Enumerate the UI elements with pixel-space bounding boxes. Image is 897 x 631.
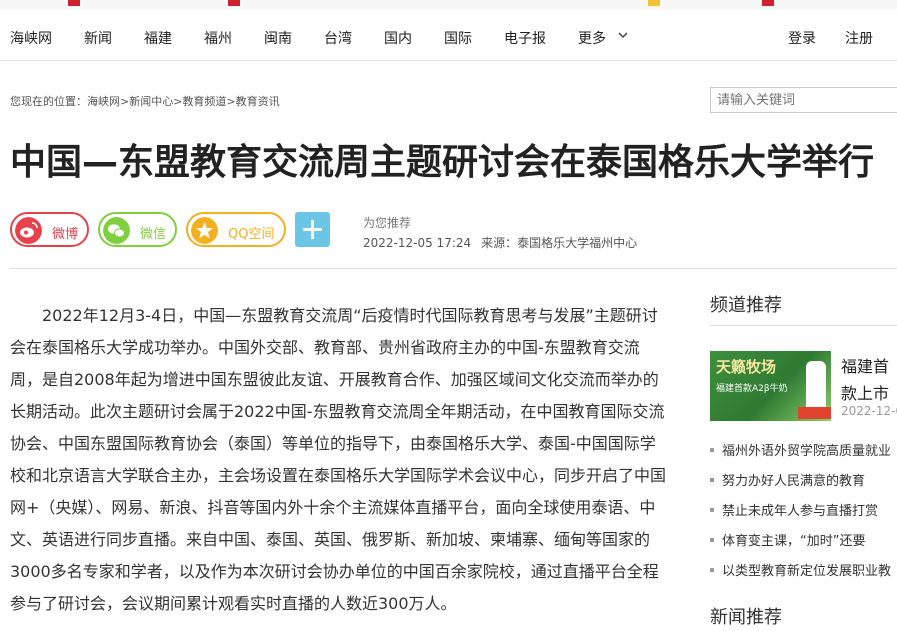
breadcrumb-separator: >: [120, 95, 130, 108]
list-item[interactable]: 体育变主课，“加时”还要: [710, 532, 897, 562]
nav-item-domestic[interactable]: 国内: [384, 28, 412, 48]
share-wechat-label: 微信: [140, 227, 167, 242]
breadcrumb-separator: >: [226, 95, 236, 108]
nav-item-fujian[interactable]: 福建: [144, 28, 172, 48]
article-body: 2022年12月3-4日，中国—东盟教育交流周“后疫情时代国际教育思考与发展”主…: [10, 306, 667, 613]
search-input[interactable]: [710, 87, 897, 113]
share-weibo-label: 微博: [52, 227, 79, 242]
article-meta: 2022-12-05 17:24 来源：泰国格乐大学福州中心: [363, 234, 637, 251]
breadcrumb-link-haixia[interactable]: 海峡网: [87, 95, 120, 108]
register-link[interactable]: 注册: [845, 28, 873, 48]
red-icon: [762, 0, 774, 6]
main-nav: 海峡网 新闻 福建 福州 闽南 台湾 国内 国际 电子报 更多 登录 注册: [0, 12, 897, 61]
red-icon: [228, 0, 240, 6]
list-item[interactable]: 福州外语外贸学院高质量就业: [710, 442, 897, 472]
channel-recommend-heading: 频道推荐: [710, 295, 782, 316]
milk-bottle-graphic: [806, 361, 826, 413]
list-item-title[interactable]: 体育变主课，“加时”还要: [722, 534, 865, 549]
breadcrumb-link-education-news[interactable]: 教育资讯: [236, 95, 280, 108]
wechat-icon: [103, 217, 130, 244]
list-item[interactable]: 以类型教育新定位发展职业教: [710, 562, 897, 592]
nav-item-epaper[interactable]: 电子报: [504, 28, 546, 48]
nav-item-fuzhou[interactable]: 福州: [204, 28, 232, 48]
recommend-label[interactable]: 为您推荐: [363, 214, 411, 231]
article-title: 中国—东盟教育交流周主题研讨会在泰国格乐大学举行: [10, 142, 875, 183]
list-item-title[interactable]: 以类型教育新定位发展职业教: [722, 564, 891, 579]
bullet-icon: [710, 568, 714, 572]
share-qzone-button[interactable]: QQ空间: [186, 212, 286, 247]
breadcrumb-link-news-center[interactable]: 新闻中心: [129, 95, 173, 108]
breadcrumb-link-education[interactable]: 教育频道: [182, 95, 226, 108]
red-icon: [68, 0, 80, 6]
nav-item-more[interactable]: 更多: [578, 28, 606, 48]
top-link-strip: [0, 0, 897, 10]
list-item[interactable]: 禁止未成年人参与直播打赏: [710, 502, 897, 532]
nav-item-news[interactable]: 新闻: [84, 28, 112, 48]
channel-news-list: 福州外语外贸学院高质量就业 努力办好人民满意的教育 禁止未成年人参与直播打赏 体…: [710, 442, 897, 592]
share-more-plus-button[interactable]: [295, 212, 330, 247]
featured-news-date: 2022-12-0: [841, 404, 897, 418]
list-item-title[interactable]: 禁止未成年人参与直播打赏: [722, 504, 878, 519]
share-wechat-button[interactable]: 微信: [98, 212, 177, 247]
divider: [10, 268, 897, 269]
share-qzone-label: QQ空间: [228, 227, 275, 242]
nav-item-minnan[interactable]: 闽南: [264, 28, 292, 48]
nav-item-taiwan[interactable]: 台湾: [324, 28, 352, 48]
nav-item-haixia[interactable]: 海峡网: [10, 28, 52, 48]
bullet-icon: [710, 508, 714, 512]
publish-datetime: 2022-12-05 17:24: [363, 236, 472, 250]
chevron-down-icon[interactable]: [617, 30, 629, 40]
article-source: 来源：泰国格乐大学福州中心: [481, 236, 638, 250]
list-item-title[interactable]: 福州外语外贸学院高质量就业: [722, 444, 891, 459]
list-item-title[interactable]: 努力办好人民满意的教育: [722, 474, 865, 489]
featured-news-title[interactable]: 福建首款上市: [841, 353, 897, 407]
nav-item-international[interactable]: 国际: [444, 28, 472, 48]
bullet-icon: [710, 448, 714, 452]
red-tag-graphic: [798, 407, 831, 419]
image-brand-text: 天籁牧场: [716, 358, 777, 376]
bullet-icon: [710, 478, 714, 482]
featured-news-image[interactable]: 天籁牧场 福建首款A2β牛奶: [710, 351, 831, 421]
weibo-icon: [15, 217, 42, 244]
divider: [710, 325, 897, 326]
image-sub-text: 福建首款A2β牛奶: [716, 384, 788, 394]
breadcrumb-prefix: 您现在的位置：: [10, 95, 87, 108]
share-weibo-button[interactable]: 微博: [10, 212, 89, 247]
breadcrumb: 您现在的位置：海峡网>新闻中心>教育频道>教育资讯: [10, 93, 280, 109]
star-icon: [648, 0, 660, 6]
list-item[interactable]: 努力办好人民满意的教育: [710, 472, 897, 502]
news-recommend-heading: 新闻推荐: [710, 607, 782, 628]
bullet-icon: [710, 538, 714, 542]
login-link[interactable]: 登录: [788, 28, 816, 48]
qzone-star-icon: [191, 217, 218, 244]
